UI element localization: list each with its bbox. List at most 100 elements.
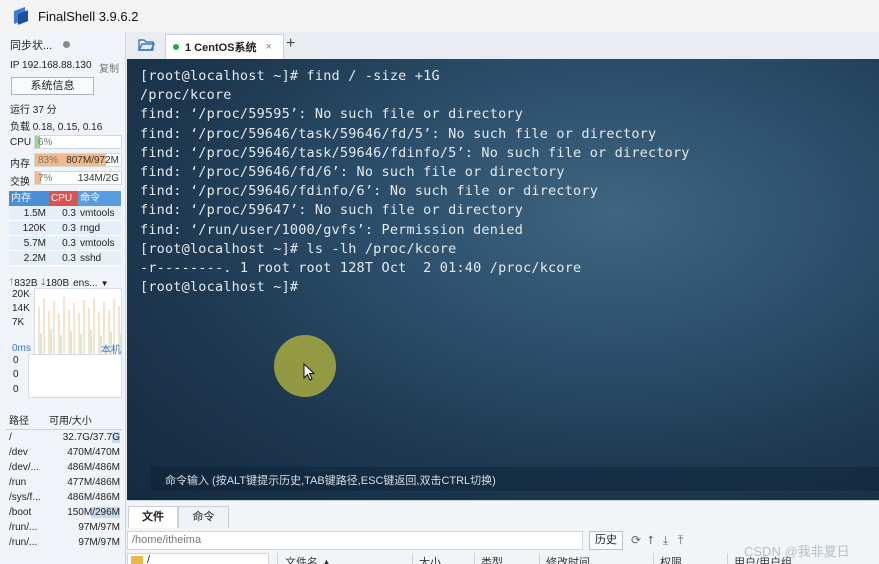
disk-size-text: 470M/470M (67, 447, 120, 458)
disk-row[interactable]: / 32.7G/37.7G (6, 430, 122, 445)
process-cpu: 0.3 (62, 253, 76, 264)
disk-row[interactable]: /run/... 97M/97M (6, 535, 122, 550)
chevron-down-icon[interactable]: ▼ (101, 279, 109, 288)
terminal[interactable]: [root@localhost ~]# find / -size +1G/pro… (127, 59, 879, 500)
terminal-line: find: ‘/proc/59646/task/59646/fd/5’: No … (140, 125, 657, 142)
disk-row[interactable]: /run/... 97M/97M (6, 520, 122, 535)
folder-open-icon[interactable] (138, 38, 155, 51)
watermark: CSDN @我非夏日 (744, 544, 850, 559)
disk-size: 486M/486M (46, 490, 122, 505)
disk-size-text: 486M/486M (67, 462, 120, 473)
directory-tree[interactable]: / (127, 553, 269, 564)
swap-percent: 7% (38, 173, 53, 184)
disk-row[interactable]: /run 477M/486M (6, 475, 122, 490)
disk-path-header: 路径 (9, 416, 29, 427)
network-tick: 20K (12, 289, 30, 300)
disk-table: 路径 可用/大小 / 32.7G/37.7G/dev 470M/470M/dev/.… (6, 414, 122, 550)
column-header-size[interactable]: 大小 (419, 554, 441, 564)
disk-size-text: 32.7G/37.7G (62, 432, 120, 443)
process-row[interactable]: 1.5M 0.3 vmtools (9, 206, 121, 221)
network-tick: 7K (12, 317, 25, 328)
process-row[interactable]: 5.7M 0.3 vmtools (9, 236, 121, 251)
disk-size: 97M/97M (46, 520, 122, 535)
latency-value: 0 (13, 355, 19, 366)
swap-meter: 7% 134M/2G (34, 171, 122, 185)
terminal-line: find: ‘/proc/59647’: No such file or dir… (140, 202, 524, 219)
up-directory-icon[interactable]: ⭡ (648, 533, 654, 548)
add-tab-button[interactable]: + (286, 35, 295, 53)
disk-row[interactable]: /dev/... 486M/486M (6, 460, 122, 475)
cpu-percent: 6% (38, 137, 53, 148)
refresh-icon[interactable]: ⟳ (631, 533, 641, 547)
disk-size-text: 97M/97M (78, 522, 120, 533)
terminal-output: [root@localhost ~]# find / -size +1G/pro… (140, 67, 690, 297)
sort-by-command-header[interactable]: 命令 (78, 191, 121, 206)
ip-address: IP 192.168.88.130 (10, 60, 92, 71)
latency-value: 0 (13, 369, 19, 380)
mouse-pointer-icon (303, 363, 315, 381)
tab-centos-session[interactable]: 1 CentOS系统 × (165, 34, 284, 59)
process-row[interactable]: 120K 0.3 rngd (9, 221, 121, 236)
sync-status: 同步状... (10, 40, 53, 52)
disk-size: 470M/470M (46, 445, 122, 460)
swap-value: 134M/2G (77, 173, 119, 184)
tab-commands[interactable]: 命令 (178, 506, 229, 528)
terminal-line: find: ‘/proc/59646/task/59646/fdinfo/5’:… (140, 144, 690, 161)
sort-by-memory-header[interactable]: 内存 (9, 191, 49, 206)
history-button[interactable]: 历史 (589, 531, 623, 550)
copy-ip-link[interactable]: 复制 (99, 60, 119, 75)
close-icon[interactable]: × (266, 41, 272, 53)
process-cpu: 0.3 (62, 238, 76, 249)
column-separator (412, 553, 413, 564)
title-bar: FinalShell 3.9.6.2 (0, 0, 879, 32)
memory-label: 内存 (10, 159, 30, 170)
process-command: vmtools (80, 208, 115, 219)
disk-path: /run (9, 477, 27, 488)
process-cpu: 0.3 (62, 208, 76, 219)
download-icon[interactable]: ⤓ (663, 533, 668, 548)
load-average: 负载 0.18, 0.15, 0.16 (10, 122, 103, 133)
column-header-name[interactable]: 文件名 ▲ (285, 554, 332, 564)
disk-table-header: 路径 可用/大小 (6, 414, 122, 430)
column-separator (277, 553, 278, 564)
column-header-modified[interactable]: 修改时间 (546, 554, 590, 564)
connected-status-icon (173, 44, 179, 50)
disk-path: / (9, 432, 12, 443)
memory-value: 807M/972M (66, 155, 119, 166)
disk-path: /run/... (9, 522, 38, 533)
disk-row[interactable]: /sys/f... 486M/486M (6, 490, 122, 505)
disk-path: /run/... (9, 537, 38, 548)
disk-size: 32.7G/37.7G (46, 430, 122, 445)
disk-row[interactable]: /boot 150M/296M (6, 505, 122, 520)
process-table-header: 内存 CPU 命令 (9, 191, 121, 206)
process-row[interactable]: 2.2M 0.3 sshd (9, 251, 121, 266)
disk-size-text: 150M/296M (67, 507, 120, 518)
memory-percent: 83% (38, 155, 59, 166)
terminal-line: [root@localhost ~]# find / -size +1G (140, 68, 440, 84)
process-command: sshd (80, 253, 102, 264)
tab-files[interactable]: 文件 (128, 506, 178, 528)
disk-path: /sys/f... (9, 492, 41, 503)
disk-size-text: 486M/486M (67, 492, 120, 503)
remote-path-input[interactable]: /home/itheima (127, 531, 583, 550)
terminal-line: [root@localhost ~]# ls -lh /proc/kcore (140, 240, 457, 257)
column-header-permissions[interactable]: 权限 (660, 554, 682, 564)
command-input-bar[interactable]: 命令输入 (按ALT键提示历史,TAB键路径,ESC键返回,双击CTRL切换) (151, 467, 879, 491)
disk-size: 97M/97M (46, 535, 122, 550)
column-separator (653, 553, 654, 564)
cpu-label: CPU (10, 137, 32, 148)
terminal-line: find: ‘/proc/59646/fdinfo/6’: No such fi… (140, 183, 599, 200)
tree-root-label: / (147, 554, 151, 564)
folder-icon (131, 556, 143, 564)
disk-row[interactable]: /dev 470M/470M (6, 445, 122, 460)
process-memory: 2.2M (23, 253, 46, 264)
column-header-type[interactable]: 类型 (481, 554, 503, 564)
column-separator (727, 553, 728, 564)
cpu-meter: 6% (34, 135, 122, 149)
disk-size-text: 477M/486M (67, 477, 120, 488)
upload-icon[interactable]: ⤒ (678, 533, 683, 548)
terminal-line: find: ‘/run/user/1000/gvfs’: Permission … (140, 221, 524, 238)
process-memory: 1.5M (23, 208, 46, 219)
system-info-button[interactable]: 系统信息 (11, 77, 94, 95)
sort-by-cpu-header[interactable]: CPU (49, 191, 78, 206)
